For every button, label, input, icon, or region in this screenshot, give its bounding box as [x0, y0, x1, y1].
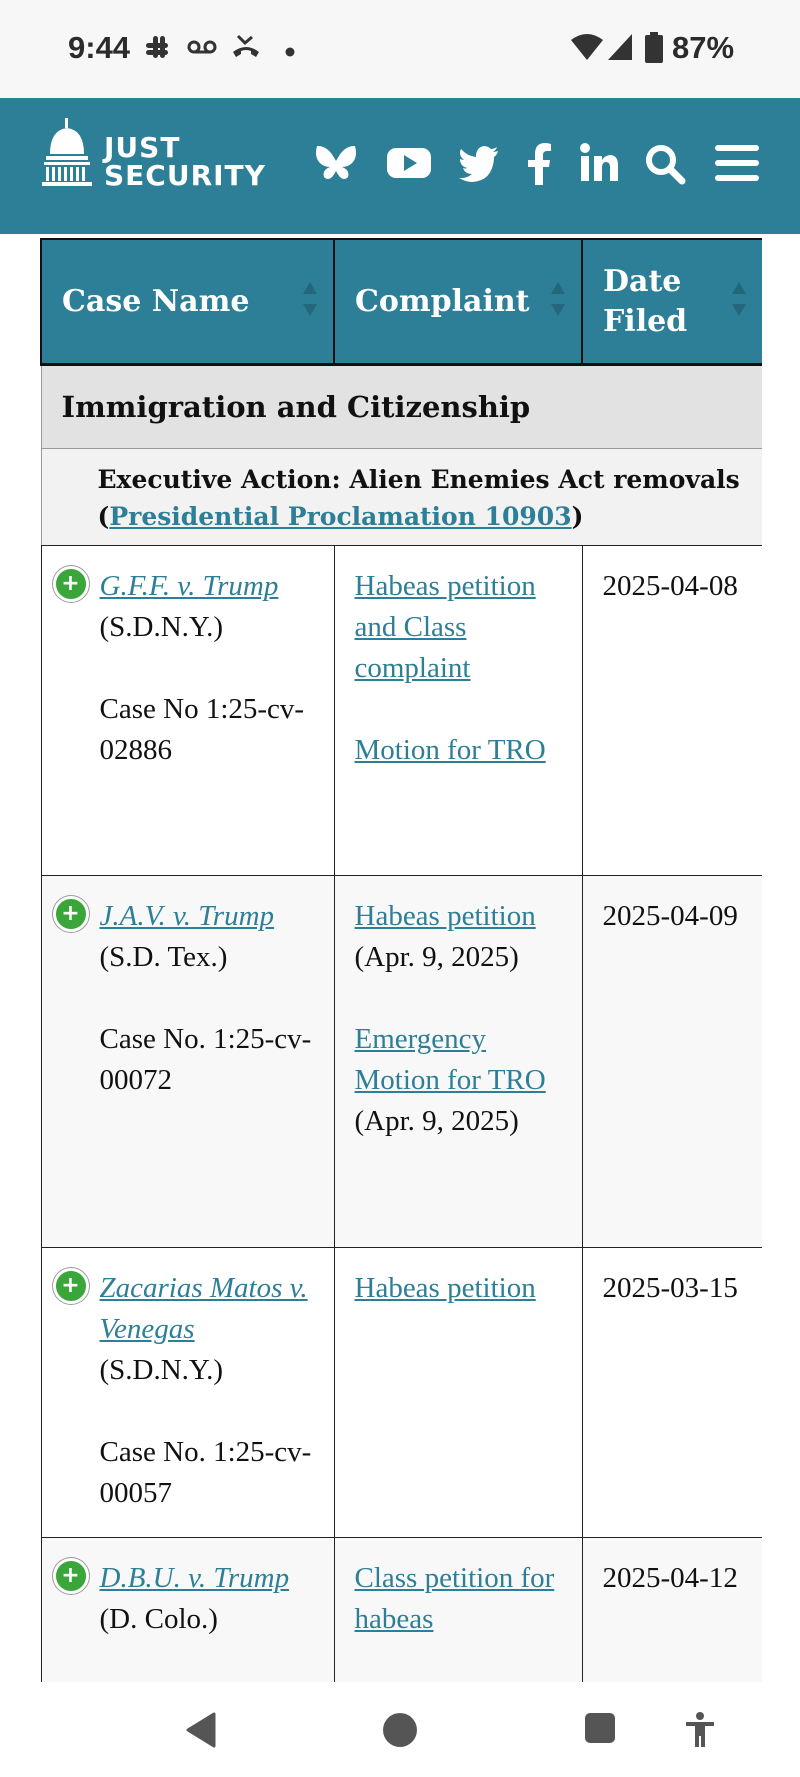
- filing-date-note: (Apr. 9, 2025): [354, 1105, 519, 1137]
- case-name-link[interactable]: Zacarias Matos v. Venegas: [100, 1272, 308, 1345]
- table-row: + J.A.V. v. Trump (S.D. Tex.) Case No. 1:25…: [40, 875, 762, 1248]
- facebook-icon[interactable]: [526, 143, 552, 190]
- linkedin-icon[interactable]: [580, 143, 618, 188]
- expand-row-icon[interactable]: +: [52, 1268, 89, 1304]
- date-filed-cell: 2025-04-12: [581, 1537, 762, 1682]
- complaint-document-link[interactable]: Motion for TRO: [355, 734, 546, 766]
- filing-date-note: (Apr. 9, 2025): [354, 941, 519, 973]
- complaint-document-link[interactable]: Emergency Motion for TRO: [355, 1023, 546, 1096]
- table-row: +D.B.U. v. Trump(D. Colo.)Case No. 1:25-…: [40, 1537, 762, 1682]
- expand-row-icon[interactable]: +: [52, 566, 89, 602]
- voicemail-icon: [186, 32, 218, 67]
- expand-row-icon[interactable]: +: [52, 896, 89, 932]
- system-nav-bar: [0, 1682, 800, 1777]
- site-logo[interactable]: [40, 118, 94, 197]
- case-name-link[interactable]: J.A.V. v. Trump: [100, 900, 275, 932]
- complaint-cell: Habeas petition (Apr. 9, 2025) Emergency …: [333, 875, 583, 1248]
- case-rows: + G.F.F. v. Trump (S.D.N.Y.) Case No 1:25-c…: [40, 545, 762, 1682]
- expand-row-icon[interactable]: +: [52, 1558, 89, 1594]
- court: (D. Colo.): [99, 1603, 218, 1635]
- case-name-cell: + J.A.V. v. Trump (S.D. Tex.) Case No. 1:25…: [40, 875, 335, 1248]
- court: (S.D.N.Y.): [99, 611, 224, 643]
- header-label: Complaint: [355, 283, 530, 319]
- cases-table-container[interactable]: Case Name Complaint Date Filed Immigrati…: [40, 238, 762, 1682]
- logo-line-1: JUST: [104, 131, 181, 164]
- cases-table: Case Name Complaint Date Filed Immigrati…: [40, 238, 762, 1682]
- date-filed-cell: 2025-04-09: [581, 875, 762, 1248]
- complaint-document-link[interactable]: Habeas petition: [355, 1272, 536, 1304]
- case-number: Case No. 1:25-cv-00072: [99, 1023, 312, 1096]
- notification-dot-icon: [285, 44, 295, 62]
- date-filed-cell: 2025-03-15: [581, 1247, 762, 1538]
- complaint-cell: Habeas petition and Class complaint Motio…: [333, 545, 583, 876]
- twitter-icon[interactable]: [458, 143, 500, 188]
- logo-line-2: SECURITY: [104, 159, 266, 192]
- youtube-icon[interactable]: [386, 143, 432, 188]
- header-label: Date Filed: [603, 263, 688, 339]
- bluesky-icon[interactable]: [314, 143, 358, 188]
- court: (S.D.N.Y.): [99, 1354, 224, 1386]
- case-name-link[interactable]: D.B.U. v. Trump: [100, 1562, 290, 1594]
- case-name-cell: + Zacarias Matos v. Venegas (S.D.N.Y.) Case…: [40, 1247, 335, 1538]
- recents-icon[interactable]: [584, 1712, 616, 1749]
- proclamation-link[interactable]: Presidential Proclamation 10903: [109, 502, 571, 531]
- status-time: 9:44: [68, 30, 131, 65]
- complaint-document-link[interactable]: Class petition for habeas: [355, 1562, 555, 1635]
- wifi-icon: [570, 32, 604, 67]
- accessibility-icon[interactable]: [684, 1712, 716, 1753]
- case-name-link[interactable]: G.F.F. v. Trump: [100, 570, 279, 602]
- signal-icon: [606, 32, 634, 67]
- subgroup-title: Executive Action: Alien Enemies Act remo…: [97, 465, 740, 494]
- battery-percent: 87%: [672, 30, 735, 65]
- group-title: Immigration and Citizenship: [40, 364, 762, 449]
- table-row: + G.F.F. v. Trump (S.D.N.Y.) Case No 1:25-c…: [40, 545, 762, 876]
- site-header: JUST SECURITY: [0, 98, 800, 234]
- logo-text: JUST SECURITY: [104, 134, 266, 190]
- subgroup-row: Executive Action: Alien Enemies Act remo…: [40, 448, 762, 546]
- sort-icon[interactable]: [303, 282, 317, 322]
- table-row: + Zacarias Matos v. Venegas (S.D.N.Y.) Case…: [40, 1247, 762, 1538]
- case-number: Case No 1:25-cv-02886: [99, 693, 305, 766]
- case-name-cell: + G.F.F. v. Trump (S.D.N.Y.) Case No 1:25-c…: [40, 545, 335, 876]
- capitol-dome-icon: [42, 118, 92, 186]
- missed-call-icon: [230, 32, 262, 67]
- complaint-cell: Class petition for habeas: [333, 1537, 583, 1682]
- home-icon[interactable]: [382, 1712, 418, 1753]
- search-icon[interactable]: [644, 143, 686, 190]
- complaint-cell: Habeas petition: [333, 1247, 583, 1538]
- case-number: Case No. 1:25-cv-00057: [99, 1436, 312, 1509]
- sort-icon[interactable]: [551, 282, 565, 322]
- subgroup-cell: Executive Action: Alien Enemies Act remo…: [40, 448, 762, 546]
- table-header-row: Case Name Complaint Date Filed: [40, 238, 762, 366]
- header-label: Case Name: [62, 283, 250, 319]
- sort-icon[interactable]: [732, 282, 746, 322]
- header-case-name[interactable]: Case Name: [40, 238, 335, 366]
- header-date-filed[interactable]: Date Filed: [581, 238, 762, 366]
- case-name-cell: +D.B.U. v. Trump(D. Colo.)Case No. 1:25-: [40, 1537, 335, 1682]
- back-icon[interactable]: [184, 1712, 218, 1753]
- slack-icon: [142, 32, 172, 67]
- header-complaint[interactable]: Complaint: [333, 238, 583, 366]
- complaint-document-link[interactable]: Habeas petition: [355, 900, 536, 932]
- menu-icon[interactable]: [714, 143, 760, 188]
- complaint-document-link[interactable]: Habeas petition and Class complaint: [355, 570, 536, 684]
- status-bar: 9:44 87%: [0, 0, 800, 98]
- group-row: Immigration and Citizenship: [40, 364, 762, 449]
- court: (S.D. Tex.): [99, 941, 228, 973]
- battery-icon: [644, 32, 664, 69]
- date-filed-cell: 2025-04-08: [581, 545, 762, 876]
